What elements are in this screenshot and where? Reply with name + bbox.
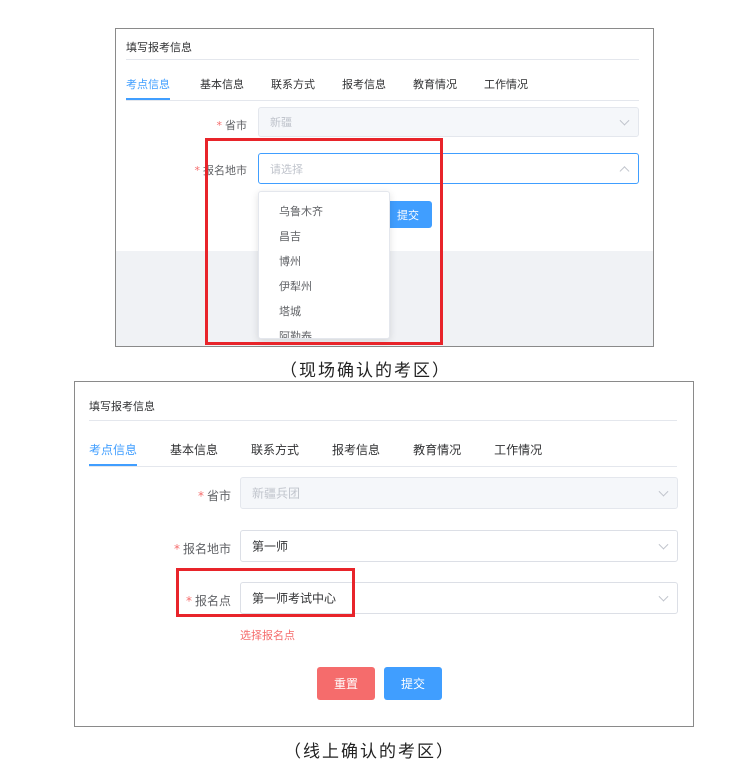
chevron-down-icon <box>619 115 630 126</box>
figure2-tab-divider <box>89 466 677 467</box>
figure2-panel: 填写报考信息 考点信息 基本信息 联系方式 报考信息 教育情况 工作情况 * 省市… <box>74 381 694 727</box>
required-mark: * <box>194 164 201 177</box>
figure2-tab-exam-site[interactable]: 考点信息 <box>89 441 138 466</box>
chevron-down-icon <box>658 486 669 497</box>
chevron-down-icon <box>658 591 669 602</box>
figure2-highlight-box <box>176 568 355 617</box>
figure1-tab-basic-info[interactable]: 基本信息 <box>200 76 244 92</box>
figure2-province-label: * 省市 <box>197 489 231 503</box>
required-mark: * <box>173 542 180 556</box>
figure2-panel-title: 填写报考信息 <box>89 400 155 413</box>
figure2-site-error-hint: 选择报名点 <box>240 629 295 642</box>
figure1-tab-bar: 考点信息 基本信息 联系方式 报考信息 教育情况 工作情况 <box>126 76 528 100</box>
chevron-down-icon <box>658 539 669 550</box>
figure2-reset-button[interactable]: 重置 <box>317 667 375 700</box>
figure1-title-divider <box>126 59 639 60</box>
figure1-highlight-box <box>205 138 443 345</box>
figure2-tab-basic-info[interactable]: 基本信息 <box>170 441 218 458</box>
figure1-tab-application-info[interactable]: 报考信息 <box>342 76 386 92</box>
figure1-tab-work[interactable]: 工作情况 <box>484 76 528 92</box>
figure1-province-label: * 省市 <box>216 119 248 132</box>
figure2-tab-contact[interactable]: 联系方式 <box>251 441 299 458</box>
figure2-tab-work[interactable]: 工作情况 <box>494 441 542 458</box>
figure1-tab-divider <box>126 100 639 101</box>
figure2-tab-bar: 考点信息 基本信息 联系方式 报考信息 教育情况 工作情况 <box>89 441 542 466</box>
figure2-city-select[interactable]: 第一师 <box>240 530 678 562</box>
figure1-province-value: 新疆 <box>270 116 292 129</box>
figure2-city-label: * 报名地市 <box>173 542 231 556</box>
chevron-up-icon <box>619 165 630 176</box>
required-mark: * <box>197 489 204 503</box>
figure1-caption: （现场确认的考区） <box>280 361 451 381</box>
figure2-province-value: 新疆兵团 <box>252 486 301 501</box>
figure2-city-value: 第一师 <box>252 539 289 554</box>
figure2-title-divider <box>89 420 677 421</box>
figure2-submit-button[interactable]: 提交 <box>384 667 442 700</box>
figure2-tab-education[interactable]: 教育情况 <box>413 441 461 458</box>
figure1-tab-education[interactable]: 教育情况 <box>413 76 457 92</box>
figure2-province-select[interactable]: 新疆兵团 <box>240 477 678 509</box>
figure1-tab-contact[interactable]: 联系方式 <box>271 76 315 92</box>
figure2-tab-application-info[interactable]: 报考信息 <box>332 441 380 458</box>
figure1-tab-exam-site[interactable]: 考点信息 <box>126 76 170 100</box>
figure1-panel-title: 填写报考信息 <box>126 41 192 54</box>
figure2-caption: （线上确认的考区） <box>284 742 455 762</box>
required-mark: * <box>216 119 223 132</box>
figure1-province-select[interactable]: 新疆 <box>258 107 639 137</box>
